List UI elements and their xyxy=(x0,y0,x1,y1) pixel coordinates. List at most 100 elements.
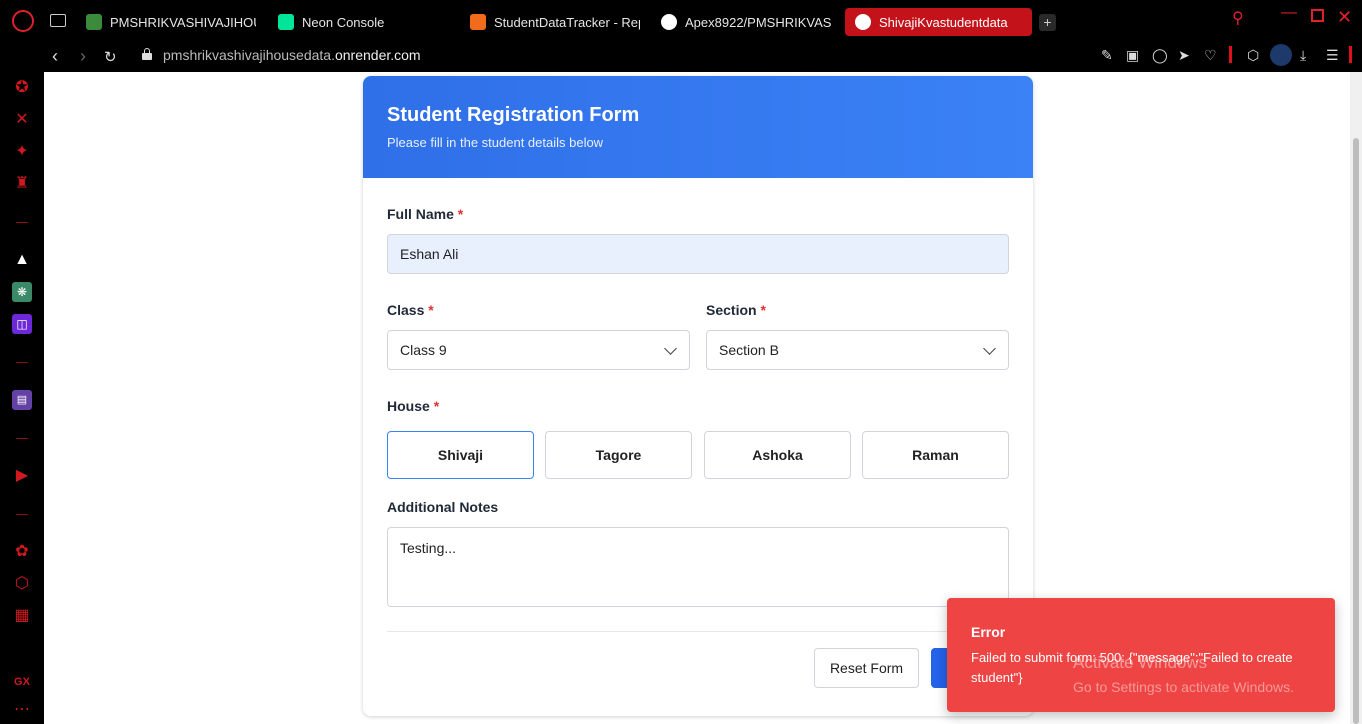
cube-icon[interactable]: ⬡ xyxy=(1247,47,1259,64)
neon-favicon-icon xyxy=(278,14,294,30)
class-label: Class * xyxy=(387,302,434,318)
ai-spark-icon[interactable]: ✦ xyxy=(12,142,32,162)
edit-icon[interactable]: ✎ xyxy=(1101,47,1113,64)
required-mark: * xyxy=(428,302,434,318)
player-icon[interactable]: ▶ xyxy=(12,466,32,486)
class-select[interactable]: Class 9 xyxy=(387,330,690,370)
select-value: Class 9 xyxy=(400,342,447,358)
app-a-icon[interactable]: ▲ xyxy=(12,250,32,270)
label-text: Full Name xyxy=(387,206,454,222)
full-name-label: Full Name * xyxy=(387,206,463,222)
site-favicon-icon xyxy=(86,14,102,30)
page-title: Student Registration Form xyxy=(387,104,640,126)
speed-dial-icon[interactable]: ✪ xyxy=(12,78,32,98)
forward-icon[interactable]: › xyxy=(80,46,86,67)
watermark-line1: Activate Windows xyxy=(1073,653,1208,672)
opera-logo-icon[interactable] xyxy=(12,10,34,32)
send-icon[interactable]: ➤ xyxy=(1178,47,1190,64)
url-domain: onrender.com xyxy=(334,47,421,63)
github-favicon-icon xyxy=(661,14,677,30)
download-icon[interactable]: ⤓ xyxy=(1300,47,1306,64)
textarea-value: Testing... xyxy=(400,540,457,556)
globe-favicon-icon xyxy=(855,14,871,30)
page-subtitle: Please fill in the student details below xyxy=(387,135,604,150)
url-prefix: pmshrikvashivajihousedata. xyxy=(163,47,335,63)
full-name-input[interactable]: Eshan Ali xyxy=(387,234,1009,274)
settings-menu-icon[interactable]: ☰ xyxy=(1326,47,1339,64)
tab-pmshrikvashivajihous[interactable]: PMSHRIKVASHIVAJIHOUS xyxy=(86,8,256,36)
tab-label: PMSHRIKVASHIVAJIHOUS xyxy=(110,14,256,30)
required-mark: * xyxy=(457,206,464,222)
tab-island-icon[interactable] xyxy=(50,14,66,27)
address-bar: ‹ › ↻ pmshrikvashivajihousedata.onrender… xyxy=(44,42,1362,72)
close-x-icon[interactable]: ✕ xyxy=(12,110,32,130)
card-header: Student Registration Form Please fill in… xyxy=(363,76,1033,178)
replit-favicon-icon xyxy=(470,14,486,30)
registration-card: Student Registration Form Please fill in… xyxy=(363,76,1033,716)
heart-icon[interactable]: ♡ xyxy=(1204,47,1217,64)
house-option-raman[interactable]: Raman xyxy=(862,431,1009,479)
form-divider xyxy=(387,631,1009,632)
close-window-icon[interactable]: ✕ xyxy=(1337,7,1352,28)
tab-label: Neon Console xyxy=(302,14,385,30)
tab-github-repo[interactable]: Apex8922/PMSHRIKVASH xyxy=(661,8,831,36)
url-field[interactable]: pmshrikvashivajihousedata.onrender.com xyxy=(163,47,421,63)
reset-form-button[interactable]: Reset Form xyxy=(814,648,919,688)
house-option-shivaji[interactable]: Shivaji xyxy=(387,431,534,479)
chevron-down-icon xyxy=(664,342,677,355)
required-mark: * xyxy=(760,302,766,318)
sidebar-divider xyxy=(16,222,28,223)
sidebar-divider xyxy=(16,438,28,439)
minimize-icon[interactable]: — xyxy=(1281,4,1297,22)
notes-label: Additional Notes xyxy=(387,499,499,515)
house-option-ashoka[interactable]: Ashoka xyxy=(704,431,851,479)
label-text: Class xyxy=(387,302,425,318)
label-text: House xyxy=(387,398,430,414)
tab-label: Apex8922/PMSHRIKVASH xyxy=(685,14,831,30)
box-icon[interactable]: ⬡ xyxy=(12,574,32,594)
chevron-down-icon xyxy=(983,342,996,355)
search-tabs-icon[interactable]: ⚲ xyxy=(1232,8,1244,28)
tab-neon-console[interactable]: Neon Console xyxy=(278,8,418,36)
notes-textarea[interactable]: Testing... xyxy=(387,527,1009,607)
messenger-icon[interactable]: ◫ xyxy=(12,314,32,334)
shield-icon[interactable]: ◯ xyxy=(1152,47,1168,64)
select-value: Section B xyxy=(719,342,779,358)
input-value: Eshan Ali xyxy=(400,246,459,262)
flower-icon[interactable]: ✿ xyxy=(12,542,32,562)
opera-sidebar: ✪ ✕ ✦ ♜ ▲ ❋ ◫ ▤ ▶ ✿ ⬡ ▦ GX ⋯ xyxy=(0,72,44,724)
reload-icon[interactable]: ↻ xyxy=(104,48,117,66)
house-label: House * xyxy=(387,398,439,414)
page-scrollbar[interactable] xyxy=(1350,72,1362,724)
section-select[interactable]: Section B xyxy=(706,330,1009,370)
more-icon[interactable]: ⋯ xyxy=(12,700,32,720)
gx-corner-icon[interactable]: ♜ xyxy=(12,174,32,194)
history-icon[interactable]: ▦ xyxy=(12,606,32,626)
tab-label: ShivajiKvastudentdata xyxy=(879,14,1008,30)
scrollbar-thumb[interactable] xyxy=(1353,138,1359,724)
camera-icon[interactable]: ▣ xyxy=(1126,47,1139,64)
section-label: Section * xyxy=(706,302,766,318)
tab-shivajikvastudentdata[interactable]: ShivajiKvastudentdata xyxy=(845,8,1032,36)
windows-activation-watermark: Activate Windows Go to Settings to activ… xyxy=(1073,651,1294,699)
chatgpt-icon[interactable]: ❋ xyxy=(12,282,32,302)
tab-label: StudentDataTracker - Rep xyxy=(494,14,640,30)
back-icon[interactable]: ‹ xyxy=(52,46,58,67)
watermark-line2: Go to Settings to activate Windows. xyxy=(1073,679,1294,695)
new-tab-button[interactable]: + xyxy=(1039,14,1056,31)
avatar[interactable] xyxy=(1270,44,1292,66)
tab-studentdatatracker[interactable]: StudentDataTracker - Rep xyxy=(470,8,640,36)
twitch-icon[interactable]: ▤ xyxy=(12,390,32,410)
gx-icon[interactable]: GX xyxy=(12,672,32,692)
divider-red xyxy=(1349,46,1352,63)
sidebar-divider xyxy=(16,514,28,515)
house-option-tagore[interactable]: Tagore xyxy=(545,431,692,479)
toast-title: Error xyxy=(971,624,1006,640)
restore-icon[interactable] xyxy=(1311,9,1324,22)
browser-tab-bar: PMSHRIKVASHIVAJIHOUS Neon Console Studen… xyxy=(0,0,1362,42)
divider-red xyxy=(1229,46,1232,63)
label-text: Section xyxy=(706,302,757,318)
lock-icon[interactable] xyxy=(142,48,152,60)
required-mark: * xyxy=(433,398,440,414)
sidebar-divider xyxy=(16,362,28,363)
